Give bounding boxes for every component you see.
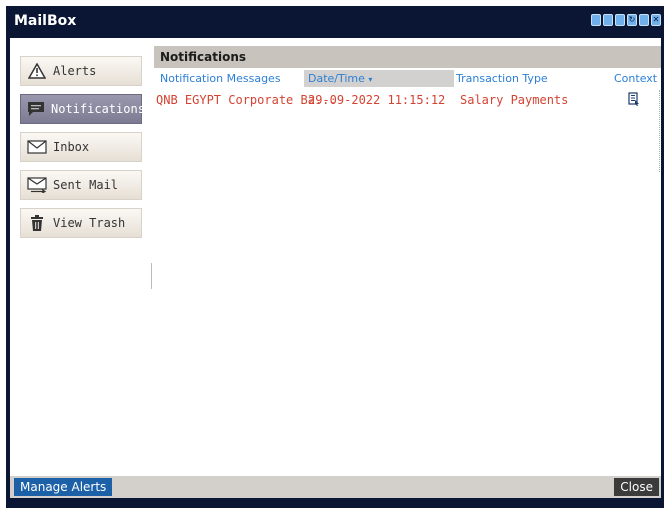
sidebar-item-sent-mail[interactable]: Sent Mail bbox=[20, 170, 142, 200]
sidebar-item-label: Notifications bbox=[51, 102, 145, 116]
document-icon[interactable] bbox=[628, 92, 640, 109]
warning-icon bbox=[27, 62, 47, 80]
datetime-cell: 29-09-2022 11:15:12 bbox=[308, 93, 446, 107]
content-area: Alerts Notifications Inbox Sent Mail Vie… bbox=[10, 38, 661, 476]
trash-icon bbox=[27, 214, 47, 232]
close-button[interactable]: Close bbox=[614, 478, 659, 496]
sidebar-item-label: Sent Mail bbox=[53, 178, 119, 192]
scroll-divider bbox=[659, 90, 661, 172]
column-header-messages[interactable]: Notification Messages bbox=[160, 70, 300, 87]
titlebar-controls: ↻ ✕ bbox=[591, 14, 661, 26]
sidebar-item-inbox[interactable]: Inbox bbox=[20, 132, 142, 162]
window-icon[interactable] bbox=[639, 14, 649, 26]
column-header-label: Date/Time bbox=[308, 72, 365, 85]
sort-arrow-icon: ▾ bbox=[368, 75, 373, 84]
window-icon[interactable] bbox=[615, 14, 625, 26]
window-icon[interactable] bbox=[603, 14, 613, 26]
manage-alerts-button[interactable]: Manage Alerts bbox=[14, 478, 113, 496]
column-header-transaction-type[interactable]: Transaction Type bbox=[456, 70, 596, 87]
close-icon[interactable]: ✕ bbox=[651, 14, 661, 26]
sidebar-item-notifications[interactable]: Notifications bbox=[20, 94, 145, 124]
window-title: MailBox bbox=[14, 13, 77, 29]
sidebar: Alerts Notifications Inbox Sent Mail Vie… bbox=[10, 38, 150, 476]
window-icon[interactable] bbox=[591, 14, 601, 26]
sent-envelope-icon bbox=[27, 176, 47, 194]
transaction-type-cell: Salary Payments bbox=[460, 93, 569, 107]
message-icon bbox=[27, 100, 45, 118]
section-title: Notifications bbox=[160, 50, 247, 64]
footer-bar: Manage Alerts Close bbox=[10, 476, 661, 498]
sidebar-item-alerts[interactable]: Alerts bbox=[20, 56, 142, 86]
sidebar-item-label: Alerts bbox=[53, 64, 97, 78]
section-header: Notifications bbox=[154, 46, 661, 68]
refresh-icon[interactable]: ↻ bbox=[627, 14, 637, 26]
column-header-datetime[interactable]: Date/Time ▾ bbox=[304, 70, 454, 87]
column-header-context[interactable]: Context bbox=[614, 70, 657, 87]
notifications-panel: Notifications Notification Messages Date… bbox=[154, 38, 661, 476]
title-bar: MailBox ↻ ✕ bbox=[6, 6, 664, 38]
envelope-icon bbox=[27, 138, 47, 156]
mailbox-window: MailBox ↻ ✕ Alerts Notifications Inbox S… bbox=[6, 6, 664, 508]
sidebar-item-view-trash[interactable]: View Trash bbox=[20, 208, 142, 238]
sidebar-item-label: View Trash bbox=[53, 216, 126, 230]
sidebar-item-label: Inbox bbox=[53, 140, 90, 154]
